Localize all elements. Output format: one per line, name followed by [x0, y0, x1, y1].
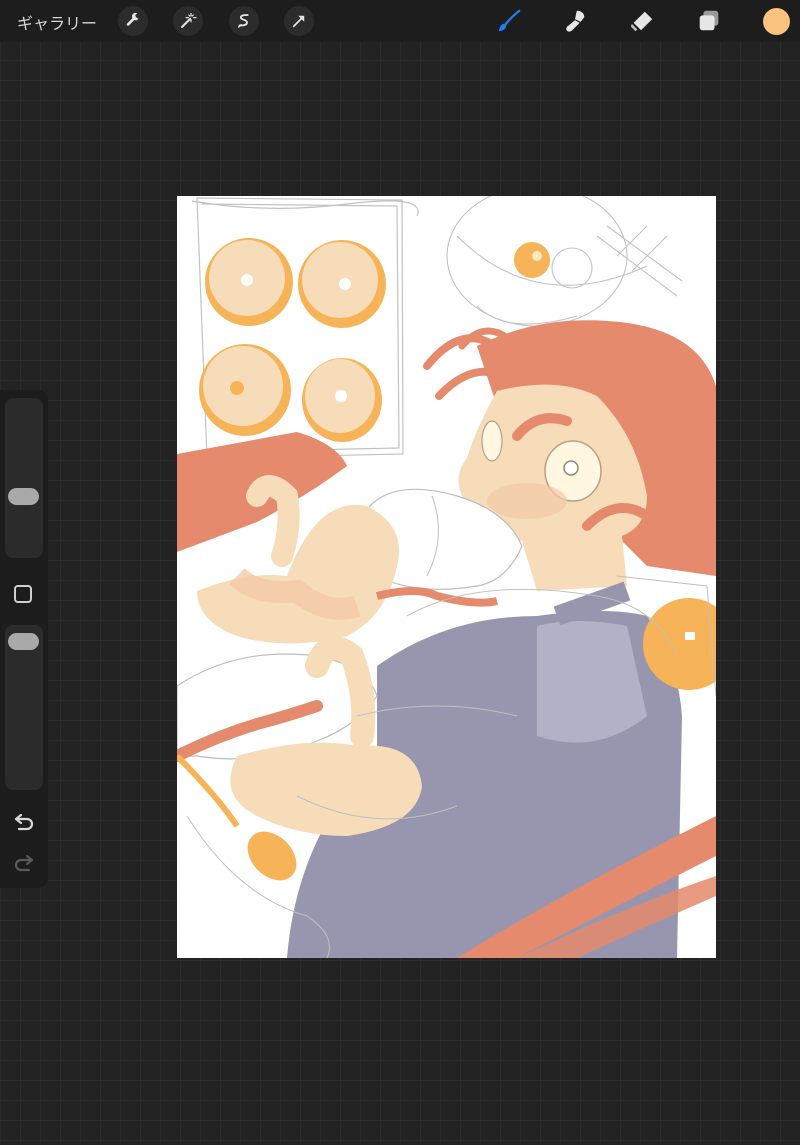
brush-size-thumb[interactable] — [8, 488, 39, 505]
gallery-button[interactable]: ギャラリー — [17, 10, 97, 34]
eraser-icon — [630, 11, 653, 32]
selection-button[interactable] — [229, 6, 259, 36]
smudge-icon — [566, 10, 585, 32]
undo-icon — [14, 814, 34, 831]
brush-size-slider[interactable] — [5, 398, 43, 558]
magic-wand-icon — [181, 12, 197, 28]
selection-icon — [238, 14, 249, 28]
brush-icon — [498, 9, 521, 32]
actions-button[interactable] — [118, 6, 148, 36]
color-picker-button[interactable] — [763, 8, 790, 35]
undo-button[interactable] — [12, 813, 36, 833]
donuts-sketch — [199, 238, 386, 442]
layers-icon — [699, 10, 719, 31]
top-toolbar: ギャラリー — [0, 0, 800, 42]
eraser-tool-button[interactable] — [625, 4, 659, 38]
artwork — [177, 196, 716, 958]
redo-button[interactable] — [12, 854, 36, 874]
modify-button[interactable] — [14, 585, 32, 603]
brush-tool-button[interactable] — [492, 4, 526, 38]
adjustments-button[interactable] — [173, 6, 203, 36]
wrench-icon — [126, 12, 140, 26]
redo-icon — [14, 855, 34, 872]
opacity-thumb[interactable] — [8, 633, 39, 650]
transform-arrow-icon — [292, 15, 305, 28]
drawing-canvas[interactable] — [177, 196, 716, 958]
transform-button[interactable] — [284, 6, 314, 36]
smudge-tool-button[interactable] — [558, 4, 592, 38]
layers-button[interactable] — [692, 4, 726, 38]
